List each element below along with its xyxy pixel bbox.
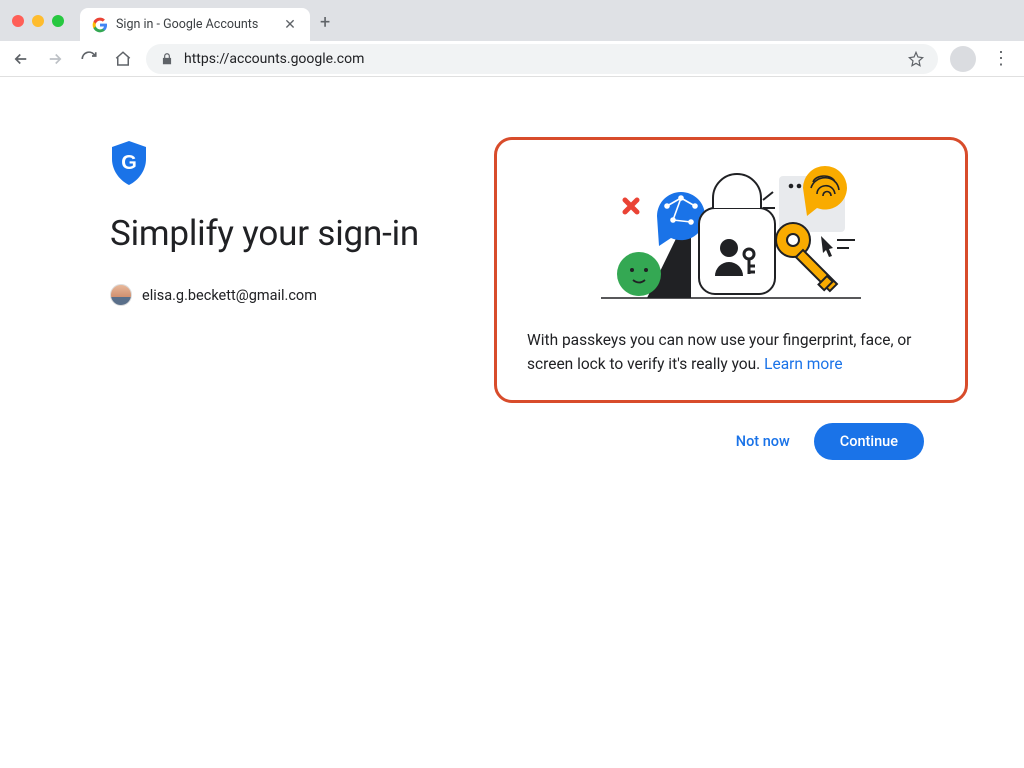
browser-chrome: Sign in - Google Accounts ✕ + https://ac… xyxy=(0,0,1024,77)
bookmark-star-icon[interactable] xyxy=(908,51,924,67)
user-avatar-icon xyxy=(110,284,132,306)
account-email: elisa.g.beckett@gmail.com xyxy=(142,287,317,304)
passkey-card: With passkeys you can now use your finge… xyxy=(494,137,968,403)
account-chip[interactable]: elisa.g.beckett@gmail.com xyxy=(110,284,470,306)
new-tab-button[interactable]: + xyxy=(320,12,330,33)
window-maximize-icon[interactable] xyxy=(52,15,64,27)
svg-text:G: G xyxy=(121,152,137,174)
back-button[interactable] xyxy=(10,48,32,70)
card-body: With passkeys you can now use your finge… xyxy=(527,331,911,373)
tab-title: Sign in - Google Accounts xyxy=(116,17,274,32)
window-minimize-icon[interactable] xyxy=(32,15,44,27)
titlebar: Sign in - Google Accounts ✕ + xyxy=(0,0,1024,41)
address-bar[interactable]: https://accounts.google.com xyxy=(146,44,938,74)
window-controls xyxy=(12,15,64,27)
google-shield-icon: G xyxy=(110,141,470,185)
learn-more-link[interactable]: Learn more xyxy=(764,355,842,373)
passkey-illustration xyxy=(527,158,935,308)
page-content: G Simplify your sign-in elisa.g.beckett@… xyxy=(0,77,1024,768)
not-now-button[interactable]: Not now xyxy=(724,423,802,460)
home-button[interactable] xyxy=(112,48,134,70)
lock-icon xyxy=(160,52,174,66)
profile-avatar-icon[interactable] xyxy=(950,46,976,72)
action-row: Not now Continue xyxy=(494,423,968,460)
reload-button[interactable] xyxy=(78,48,100,70)
chrome-menu-icon[interactable]: ⋮ xyxy=(988,48,1014,69)
card-body-text: With passkeys you can now use your finge… xyxy=(527,328,935,376)
browser-tab[interactable]: Sign in - Google Accounts ✕ xyxy=(80,8,310,42)
browser-toolbar: https://accounts.google.com ⋮ xyxy=(0,41,1024,77)
tab-close-icon[interactable]: ✕ xyxy=(282,17,298,33)
page-title: Simplify your sign-in xyxy=(110,213,470,254)
window-close-icon[interactable] xyxy=(12,15,24,27)
favicon-icon xyxy=(92,17,108,33)
continue-button[interactable]: Continue xyxy=(814,423,924,460)
url-text: https://accounts.google.com xyxy=(184,51,898,67)
forward-button[interactable] xyxy=(44,48,66,70)
